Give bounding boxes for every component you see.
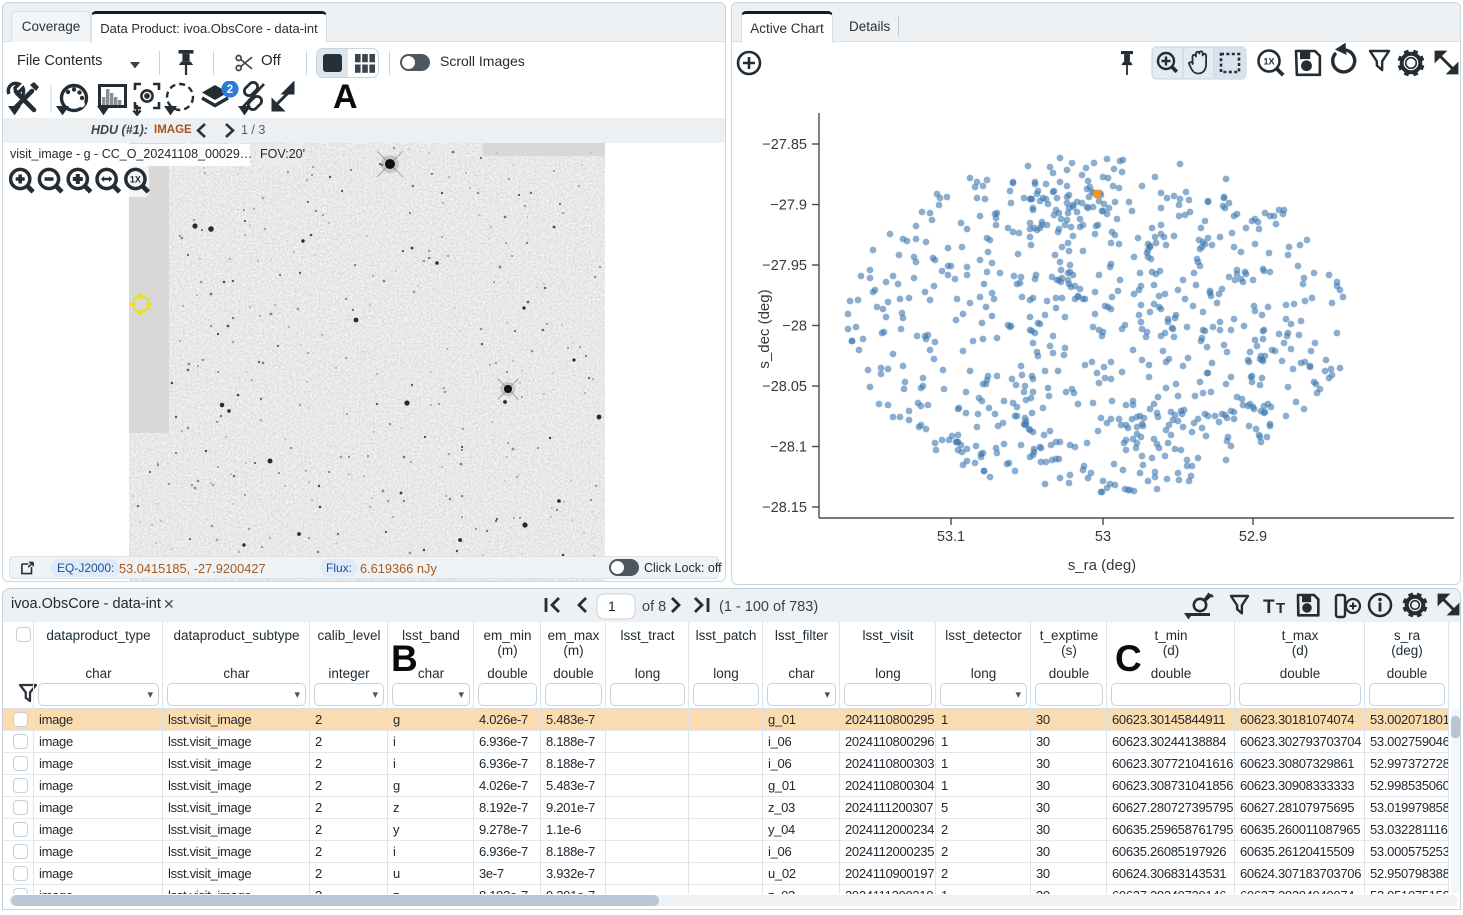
svg-text:52.9: 52.9 (1239, 529, 1267, 545)
svg-text:−28: −28 (782, 319, 807, 335)
svg-text:−28.05: −28.05 (762, 379, 807, 395)
svg-text:1: 1 (608, 598, 616, 614)
svg-text:2: 2 (227, 84, 233, 96)
svg-text:−27.85: −27.85 (762, 137, 807, 153)
svg-text:1X: 1X (130, 175, 141, 185)
svg-text:−28.15: −28.15 (762, 500, 807, 516)
svg-text:s_dec (deg): s_dec (deg) (756, 289, 773, 368)
svg-text:T: T (1263, 597, 1275, 618)
svg-text:53.1: 53.1 (937, 529, 965, 545)
svg-text:(1 - 100 of 783): (1 - 100 of 783) (719, 599, 818, 615)
svg-text:of 8: of 8 (642, 599, 666, 615)
svg-text:s_ra (deg): s_ra (deg) (1068, 557, 1136, 574)
svg-text:1X: 1X (1263, 57, 1274, 67)
svg-text:T: T (1276, 600, 1285, 617)
svg-text:−28.1: −28.1 (770, 440, 807, 456)
svg-text:53: 53 (1095, 529, 1111, 545)
svg-text:−27.9: −27.9 (770, 198, 807, 214)
svg-text:−27.95: −27.95 (762, 258, 807, 274)
